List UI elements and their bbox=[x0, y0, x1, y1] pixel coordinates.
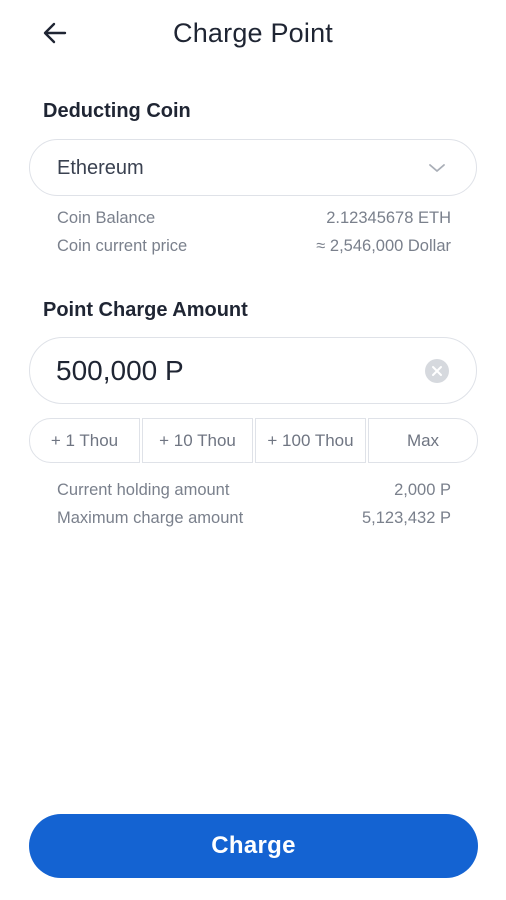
coin-select[interactable]: Ethereum bbox=[29, 139, 477, 196]
point-charge-label: Point Charge Amount bbox=[43, 299, 248, 321]
max-button[interactable]: Max bbox=[368, 418, 478, 463]
coin-select-value: Ethereum bbox=[57, 157, 144, 179]
coin-price-value: ≈ 2,546,000 Dollar bbox=[316, 237, 451, 255]
app-header: Charge Point bbox=[0, 0, 506, 70]
coin-balance-label: Coin Balance bbox=[57, 209, 156, 227]
amount-input[interactable] bbox=[56, 352, 396, 390]
add-100-thou-button[interactable]: + 100 Thou bbox=[255, 418, 366, 463]
holding-amount-row: Current holding amount 2,000 P bbox=[57, 481, 451, 503]
amount-field[interactable] bbox=[29, 337, 477, 404]
deducting-coin-label: Deducting Coin bbox=[43, 100, 191, 122]
charge-button[interactable]: Charge bbox=[29, 814, 478, 878]
clear-circle-icon[interactable] bbox=[425, 359, 449, 383]
add-10-thou-button[interactable]: + 10 Thou bbox=[142, 418, 253, 463]
max-charge-row: Maximum charge amount 5,123,432 P bbox=[57, 509, 451, 531]
quick-add-buttons: + 1 Thou + 10 Thou + 100 Thou Max bbox=[29, 418, 478, 463]
coin-balance-row: Coin Balance 2.12345678 ETH bbox=[57, 209, 451, 231]
chevron-down-icon bbox=[428, 161, 446, 179]
coin-price-label: Coin current price bbox=[57, 237, 188, 255]
holding-amount-value: 2,000 P bbox=[394, 481, 451, 499]
add-1-thou-button[interactable]: + 1 Thou bbox=[29, 418, 140, 463]
max-charge-label: Maximum charge amount bbox=[57, 509, 244, 527]
coin-price-row: Coin current price ≈ 2,546,000 Dollar bbox=[57, 237, 451, 259]
page-title: Charge Point bbox=[173, 18, 333, 48]
holding-amount-label: Current holding amount bbox=[57, 481, 230, 499]
max-charge-value: 5,123,432 P bbox=[362, 509, 451, 527]
coin-balance-value: 2.12345678 ETH bbox=[326, 209, 451, 227]
